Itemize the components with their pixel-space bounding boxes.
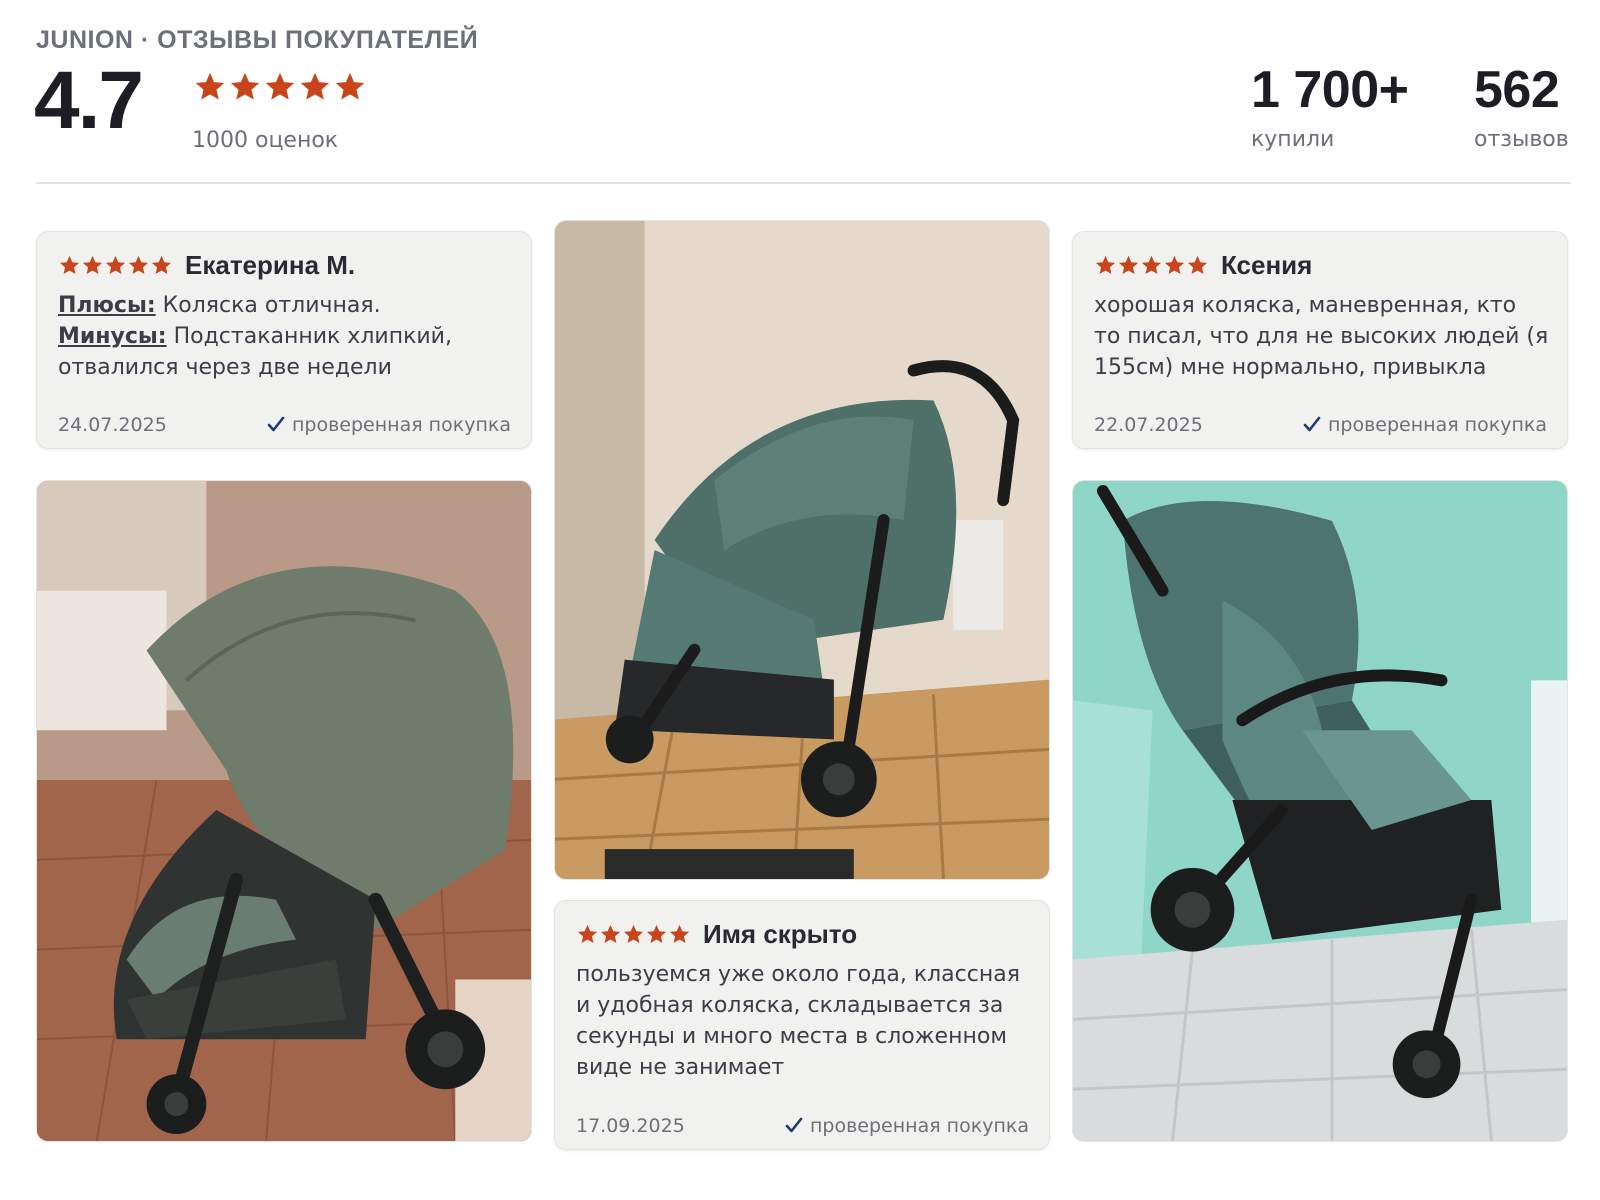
star-icon xyxy=(105,255,126,275)
review-author: Имя скрыто xyxy=(703,919,858,949)
star-icon xyxy=(623,924,644,944)
star-icon xyxy=(1095,255,1116,275)
star-icon xyxy=(1141,255,1162,275)
verified-badge: проверенная покупка xyxy=(784,1115,1029,1137)
review-stars xyxy=(576,923,691,946)
stroller-photo-icon xyxy=(37,481,531,1141)
review-text: пользуемся уже около года, классная и уд… xyxy=(576,962,1020,1080)
verified-label: проверенная покупка xyxy=(1327,414,1547,436)
review-header: Имя скрыто xyxy=(576,919,857,950)
review-card[interactable]: Имя скрыто пользуемся уже около года, кл… xyxy=(554,900,1050,1150)
pros-label: Плюсы: xyxy=(58,293,156,318)
review-text: Плюсы: Коляска отличная. Минусы: Подстак… xyxy=(58,290,513,383)
star-icon xyxy=(1164,255,1185,275)
review-header: Ксения xyxy=(1094,250,1312,281)
stroller-photo-icon xyxy=(555,221,1049,879)
review-date: 24.07.2025 xyxy=(58,414,167,436)
review-footer: 24.07.2025 проверенная покупка xyxy=(58,414,511,436)
star-icon xyxy=(151,255,172,275)
stat-reviews-label: отзывов xyxy=(1474,127,1569,153)
review-header: Екатерина М. xyxy=(58,250,355,281)
review-text: хорошая коляска, маневренная, кто то пис… xyxy=(1094,293,1549,380)
average-rating-stars xyxy=(193,70,367,104)
stat-bought-label: купили xyxy=(1251,127,1335,153)
star-icon xyxy=(82,255,103,275)
review-date: 17.09.2025 xyxy=(576,1115,685,1137)
review-footer: 22.07.2025 проверенная покупка xyxy=(1094,414,1547,436)
verified-badge: проверенная покупка xyxy=(266,414,511,436)
stroller-photo-icon xyxy=(1073,481,1567,1141)
review-author: Ксения xyxy=(1221,250,1313,280)
review-stars xyxy=(58,254,173,277)
verified-label: проверенная покупка xyxy=(809,1115,1029,1137)
brand-title: JUNION · ОТЗЫВЫ ПОКУПАТЕЛЕЙ xyxy=(36,26,479,54)
stat-reviews-value: 562 xyxy=(1474,61,1560,119)
review-photo-stroller-hallway[interactable] xyxy=(1072,480,1568,1142)
checkmark-icon xyxy=(267,416,285,432)
review-card[interactable]: Екатерина М. Плюсы: Коляска отличная. Ми… xyxy=(36,231,532,449)
average-rating: 4.7 xyxy=(34,55,144,146)
star-icon xyxy=(300,72,330,100)
star-icon xyxy=(1118,255,1139,275)
checkmark-icon xyxy=(785,1117,803,1133)
ratings-count: 1000 оценок xyxy=(192,128,339,153)
star-icon xyxy=(59,255,80,275)
star-icon xyxy=(646,924,667,944)
star-icon xyxy=(1187,255,1208,275)
verified-label: проверенная покупка xyxy=(291,414,511,436)
review-photo-stroller-corner[interactable] xyxy=(554,220,1050,880)
star-icon xyxy=(195,72,225,100)
star-icon xyxy=(600,924,621,944)
checkmark-icon xyxy=(1303,416,1321,432)
stat-bought: 1 700+ купили xyxy=(1251,61,1409,153)
review-footer: 17.09.2025 проверенная покупка xyxy=(576,1115,1029,1137)
stat-bought-value: 1 700+ xyxy=(1251,61,1409,119)
review-author: Екатерина М. xyxy=(185,250,356,280)
verified-badge: проверенная покупка xyxy=(1302,414,1547,436)
star-icon xyxy=(230,72,260,100)
review-stars xyxy=(1094,254,1209,277)
pros-text: Коляска отличная. xyxy=(155,293,381,318)
star-icon xyxy=(577,924,598,944)
header-divider xyxy=(36,182,1571,184)
star-icon xyxy=(669,924,690,944)
review-card[interactable]: Ксения хорошая коляска, маневренная, кто… xyxy=(1072,231,1568,449)
review-photo-stroller-kitchen[interactable] xyxy=(36,480,532,1142)
star-icon xyxy=(128,255,149,275)
review-date: 22.07.2025 xyxy=(1094,414,1203,436)
stat-reviews: 562 отзывов xyxy=(1474,61,1569,153)
cons-label: Минусы: xyxy=(58,324,167,349)
star-icon xyxy=(265,72,295,100)
star-icon xyxy=(335,72,365,100)
